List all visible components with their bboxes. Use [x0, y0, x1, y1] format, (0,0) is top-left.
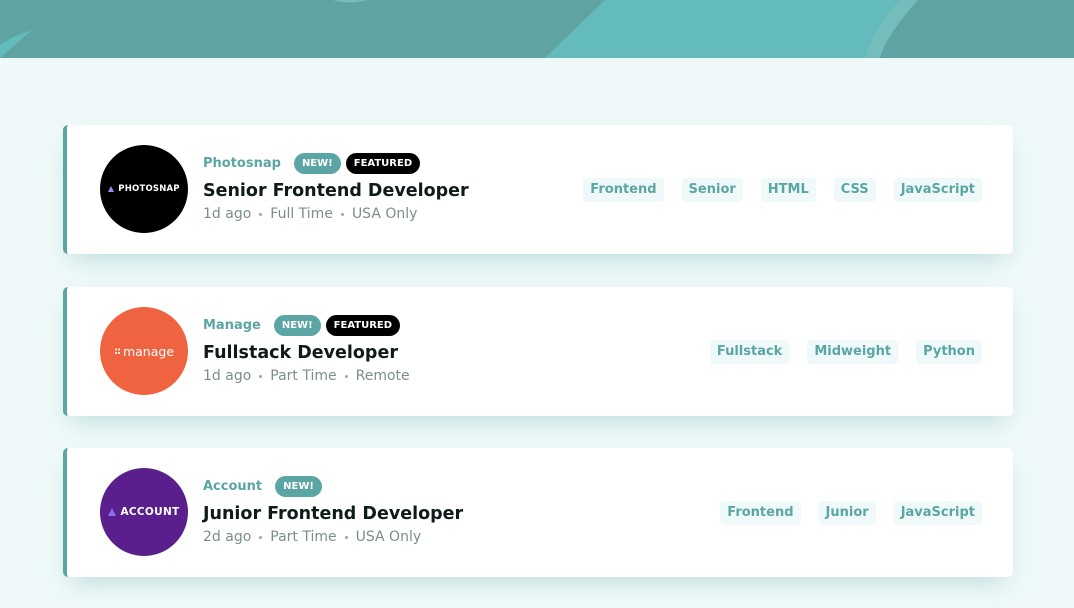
contract-type: Full Time	[270, 206, 333, 222]
contract-type: Part Time	[270, 368, 337, 384]
job-title[interactable]: Senior Frontend Developer	[203, 178, 469, 204]
company-row: Manage NEW! FEATURED	[203, 313, 410, 337]
job-location: Remote	[355, 368, 410, 384]
company-row: Photosnap NEW! FEATURED	[203, 151, 469, 175]
company-name: Photosnap	[203, 155, 281, 171]
job-title[interactable]: Fullstack Developer	[203, 340, 410, 366]
job-info: Photosnap NEW! FEATURED Senior Frontend …	[203, 151, 469, 224]
header-banner	[0, 0, 1074, 58]
separator-dot	[344, 535, 348, 539]
job-info: Account NEW! Junior Frontend Developer 2…	[203, 474, 463, 547]
triangle-logo-icon	[108, 186, 115, 192]
header-wave-pattern	[0, 0, 1074, 58]
filter-tag[interactable]: HTML	[760, 178, 816, 202]
separator-dot	[259, 535, 263, 539]
new-badge: NEW!	[293, 152, 341, 174]
featured-badge: FEATURED	[345, 152, 421, 174]
posted-at: 2d ago	[203, 529, 252, 545]
job-location: USA Only	[355, 529, 422, 545]
job-card[interactable]: PHOTOSNAP Photosnap NEW! FEATURED Senior…	[63, 125, 1013, 254]
filter-tag[interactable]: JavaScript	[893, 501, 982, 525]
filter-tag[interactable]: CSS	[833, 178, 876, 202]
filter-tag[interactable]: Frontend	[720, 501, 801, 525]
filter-tag[interactable]: Python	[916, 340, 982, 364]
posted-at: 1d ago	[203, 368, 252, 384]
job-card[interactable]: :: manage Manage NEW! FEATURED Fullstack…	[63, 287, 1013, 416]
filter-tag[interactable]: JavaScript	[893, 178, 982, 202]
job-info: Manage NEW! FEATURED Fullstack Developer…	[203, 313, 410, 386]
separator-dot	[344, 374, 348, 378]
featured-badge: FEATURED	[325, 314, 401, 336]
separator-dot	[340, 212, 344, 216]
separator-dot	[259, 374, 263, 378]
dots-logo-icon: ::	[113, 345, 121, 357]
job-meta: 2d ago Part Time USA Only	[203, 527, 463, 547]
new-badge: NEW!	[275, 475, 322, 497]
filter-tag[interactable]: Fullstack	[709, 340, 790, 364]
company-logo-manage: :: manage	[100, 307, 188, 395]
filter-tag[interactable]: Frontend	[583, 178, 664, 202]
new-badge: NEW!	[273, 314, 321, 336]
posted-at: 1d ago	[203, 206, 252, 222]
filter-tags: Frontend Senior HTML CSS JavaScript	[565, 178, 982, 202]
triangle-logo-icon	[108, 508, 117, 516]
logo-text: ACCOUNT	[120, 506, 180, 518]
filter-tags: Frontend Junior JavaScript	[702, 501, 982, 525]
job-location: USA Only	[351, 206, 418, 222]
job-title[interactable]: Junior Frontend Developer	[203, 501, 463, 527]
job-meta: 1d ago Full Time USA Only	[203, 204, 469, 224]
company-name: Account	[203, 478, 263, 494]
company-name: Manage	[203, 317, 261, 333]
contract-type: Part Time	[270, 529, 337, 545]
job-card[interactable]: ACCOUNT Account NEW! Junior Frontend Dev…	[63, 448, 1013, 577]
filter-tags: Fullstack Midweight Python	[692, 340, 982, 364]
company-logo-photosnap: PHOTOSNAP	[100, 145, 188, 233]
filter-tag[interactable]: Senior	[681, 178, 743, 202]
separator-dot	[259, 212, 263, 216]
logo-text: manage	[122, 343, 175, 359]
filter-tag[interactable]: Junior	[818, 501, 876, 525]
logo-text: PHOTOSNAP	[118, 184, 180, 194]
company-logo-account: ACCOUNT	[100, 468, 188, 556]
job-meta: 1d ago Part Time Remote	[203, 366, 410, 386]
company-row: Account NEW!	[203, 474, 463, 498]
filter-tag[interactable]: Midweight	[807, 340, 899, 364]
